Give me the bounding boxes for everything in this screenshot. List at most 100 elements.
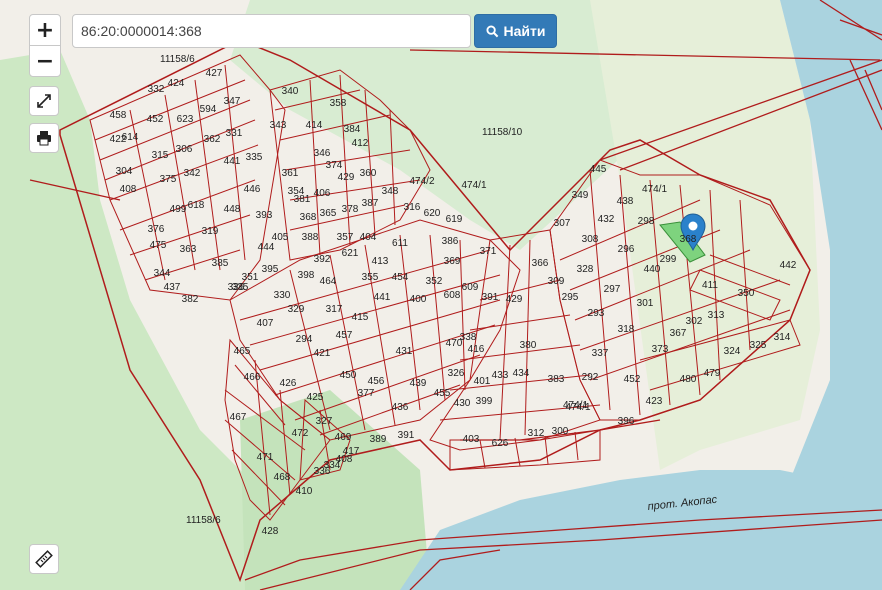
parcel-number-label: 317: [326, 304, 343, 315]
parcel-number-label: 304: [116, 166, 133, 177]
parcel-number-label: 405: [272, 232, 289, 243]
parcel-number-label: 355: [362, 272, 379, 283]
parcel-number-label: 380: [520, 340, 537, 351]
parcel-number-label: 623: [177, 114, 194, 125]
parcel-number-label: 425: [307, 392, 324, 403]
parcel-number-label: 475: [150, 240, 167, 251]
parcel-number-label: 430: [454, 398, 471, 409]
parcel-number-label: 342: [184, 168, 201, 179]
parcel-number-label: 399: [476, 396, 493, 407]
parcel-number-label: 368: [300, 212, 317, 223]
parcel-number-label: 368: [680, 234, 697, 245]
parcel-number-label: 440: [644, 264, 661, 275]
ruler-icon: [35, 550, 53, 568]
parcel-number-label: 621: [342, 248, 359, 259]
parcel-number-label: 455: [434, 388, 451, 399]
parcel-number-label: 428: [262, 526, 279, 537]
parcel-number-label: 444: [258, 242, 275, 253]
parcel-number-label: 373: [652, 344, 669, 355]
parcel-number-label: 441: [374, 292, 391, 303]
parcel-number-label: 383: [548, 374, 565, 385]
parcel-number-label: 470: [446, 338, 463, 349]
parcel-number-label: 448: [224, 204, 241, 215]
parcel-number-label: 426: [280, 378, 297, 389]
parcel-number-label: 376: [148, 224, 165, 235]
parcel-number-label: 328: [577, 264, 594, 275]
parcel-number-label: 327: [316, 416, 333, 427]
parcel-number-label: 330: [274, 290, 291, 301]
parcel-number-label: 468: [274, 472, 291, 483]
parcel-number-label: 306: [176, 144, 193, 155]
parcel-number-label: 424: [168, 78, 185, 89]
zoom-control: + −: [29, 14, 61, 77]
parcel-number-label: 454: [392, 272, 409, 283]
parcel-number-label: 620: [424, 208, 441, 219]
parcel-number-label: 293: [588, 308, 605, 319]
parcel-number-label: 411: [702, 280, 718, 291]
zoom-out-button[interactable]: −: [30, 45, 60, 76]
parcel-number-label: 324: [724, 346, 741, 357]
parcel-number-label: 391: [482, 292, 499, 303]
parcel-number-label: 375: [160, 174, 177, 185]
parcel-number-label: 480: [680, 374, 697, 385]
parcel-number-label: 427: [206, 68, 223, 79]
parcel-number-label: 346: [314, 148, 331, 159]
parcel-number-label: 417: [343, 446, 360, 457]
parcel-number-label: 436: [392, 402, 409, 413]
parcel-number-label: 340: [282, 86, 299, 97]
parcel-number-label: 315: [152, 150, 169, 161]
parcel-number-label: 363: [180, 244, 197, 255]
printer-icon: [37, 131, 51, 146]
parcel-number-label: 474/1: [461, 180, 486, 191]
parcel-number-label: 407: [257, 318, 274, 329]
parcel-number-label: 337: [592, 348, 609, 359]
parcel-number-label: 614: [122, 132, 139, 143]
parcel-number-label: 369: [444, 256, 461, 267]
search-button-label: Найти: [503, 23, 546, 39]
search-input[interactable]: [72, 14, 471, 48]
parcel-number-label: 416: [468, 344, 485, 355]
parcel-number-label: 297: [604, 284, 621, 295]
parcel-number-label: 387: [362, 198, 379, 209]
parcel-number-label: 362: [204, 134, 221, 145]
parcel-number-label: 457: [336, 330, 353, 341]
parcel-number-label: 434: [513, 368, 530, 379]
parcel-number-label: 367: [670, 328, 687, 339]
parcel-number-label: 474/2: [409, 176, 434, 187]
parcel-number-label: 325: [750, 340, 767, 351]
parcel-number-label: 299: [660, 254, 677, 265]
parcel-number-label: 499: [170, 204, 187, 215]
parcel-number-label: 378: [342, 204, 359, 215]
parcel-number-label: 608: [444, 290, 461, 301]
parcel-number-label: 611: [392, 238, 408, 249]
search-button[interactable]: Найти: [474, 14, 557, 48]
parcel-number-label: 343: [270, 120, 287, 131]
parcel-number-label: 350: [738, 288, 755, 299]
parcel-number-label: 326: [448, 368, 465, 379]
parcel-number-label: 442: [780, 260, 797, 271]
parcel-number-label: 296: [618, 244, 635, 255]
cadastral-map[interactable]: прот. Акопас 11158/10 11158/6 11158/6 47…: [0, 0, 882, 590]
parcel-number-label: 302: [686, 316, 703, 327]
parcel-number-label: 393: [256, 210, 273, 221]
parcel-number-label: 400: [410, 294, 427, 305]
parcel-number-label: 395: [262, 264, 279, 275]
parcel-number-label: 377: [358, 388, 375, 399]
print-button[interactable]: [29, 123, 59, 153]
parcel-number-label: 474/1: [565, 402, 590, 413]
parcel-number-label: 458: [110, 110, 127, 121]
parcel-number-label: 429: [338, 172, 355, 183]
parcel-number-label: 382: [182, 294, 199, 305]
parcel-number-label: 314: [774, 332, 791, 343]
parcel-number-label: 336: [314, 466, 331, 477]
parcel-number-label: 465: [234, 346, 251, 357]
search-icon: [485, 24, 498, 37]
parcel-number-label: 374: [326, 160, 343, 171]
measure-button[interactable]: [29, 544, 59, 574]
fullscreen-button[interactable]: [29, 86, 59, 116]
zoom-in-button[interactable]: +: [30, 15, 60, 45]
parcel-number-label: 594: [200, 104, 217, 115]
parcel-number-label: 410: [296, 486, 313, 497]
parcel-number-label: 309: [548, 276, 565, 287]
parcel-number-label: 471: [257, 452, 274, 463]
